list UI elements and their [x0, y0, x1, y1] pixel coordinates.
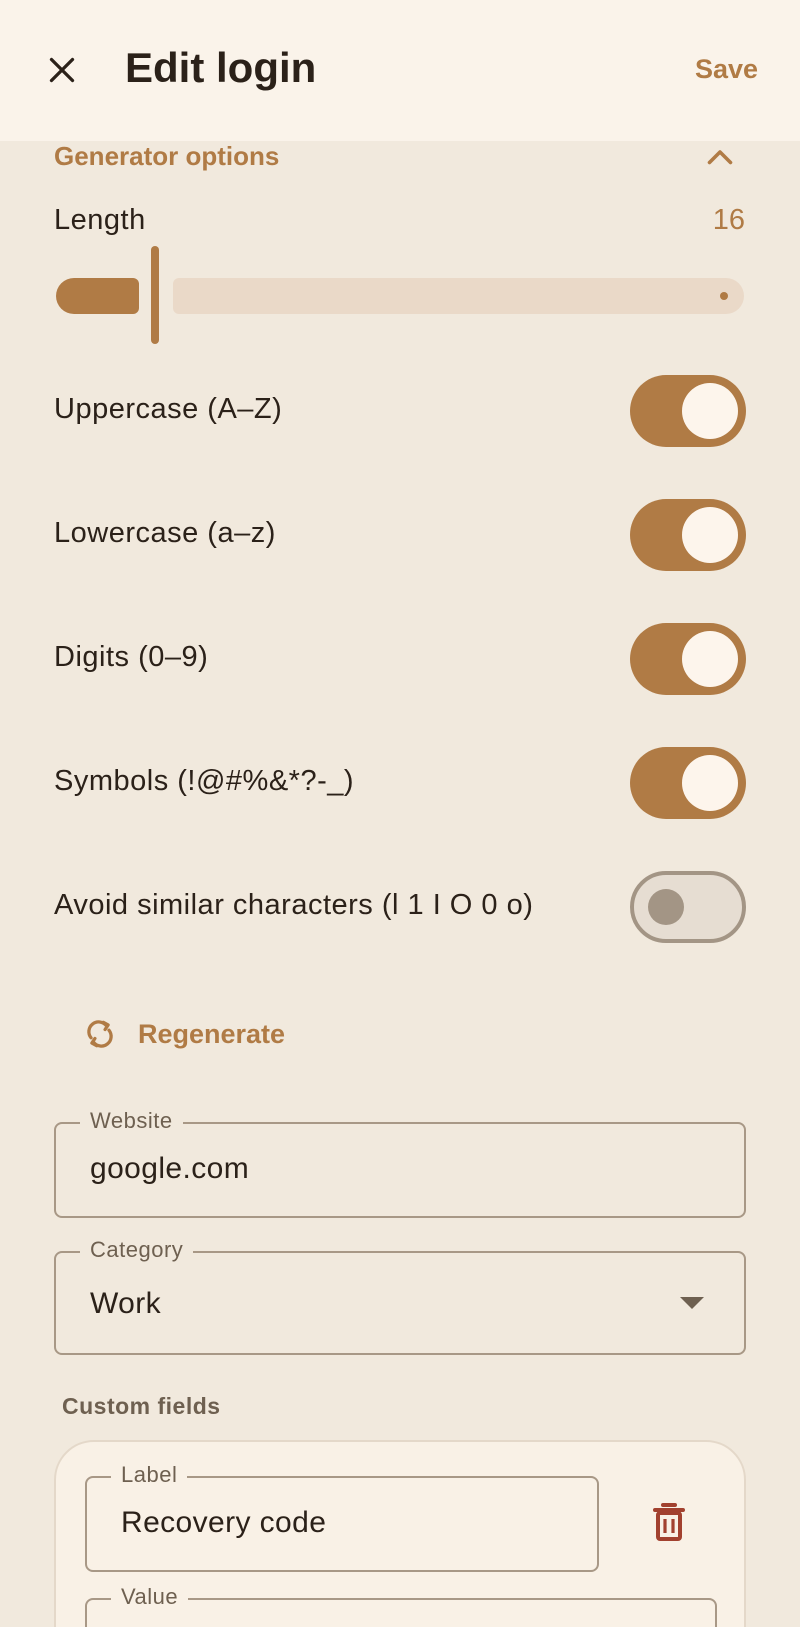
website-field[interactable]: Website google.com — [54, 1108, 746, 1218]
slider-inactive-track — [173, 278, 744, 314]
save-button[interactable]: Save — [695, 54, 758, 85]
length-slider[interactable] — [56, 244, 744, 344]
digits-switch[interactable] — [630, 623, 746, 695]
category-field-value[interactable]: Work — [90, 1287, 161, 1321]
length-value: 16 — [712, 204, 745, 236]
switch-knob — [648, 889, 684, 925]
generator-options-title[interactable]: Generator options — [54, 141, 279, 172]
website-field-value[interactable]: google.com — [90, 1152, 249, 1186]
close-button[interactable] — [38, 46, 86, 94]
option-symbols[interactable]: Symbols (!@#%&*?-_) — [54, 747, 746, 819]
website-field-label: Website — [80, 1108, 183, 1134]
option-avoid-similar[interactable]: Avoid similar characters (l 1 I O 0 o) — [54, 871, 746, 943]
dropdown-arrow-icon[interactable] — [680, 1297, 704, 1309]
option-lowercase[interactable]: Lowercase (a–z) — [54, 499, 746, 571]
custom-field-card: Label Recovery code Value — [54, 1440, 746, 1627]
edit-login-screen: Edit login Save Generator options Length… — [0, 0, 800, 1627]
delete-icon[interactable] — [645, 1498, 693, 1546]
slider-handle[interactable] — [151, 246, 159, 344]
custom-field-value-input[interactable]: Value — [85, 1584, 717, 1627]
option-uppercase[interactable]: Uppercase (A–Z) — [54, 375, 746, 447]
top-app-bar: Edit login Save — [0, 0, 800, 141]
switch-knob — [682, 383, 738, 439]
regenerate-label: Regenerate — [138, 1018, 286, 1049]
option-label: Uppercase (A–Z) — [54, 393, 283, 425]
custom-field-label-input[interactable]: Label Recovery code — [85, 1462, 599, 1572]
custom-value-field-label: Value — [111, 1584, 189, 1610]
refresh-icon — [87, 1020, 113, 1048]
custom-fields-title: Custom fields — [62, 1393, 221, 1419]
option-label: Digits (0–9) — [54, 641, 209, 673]
page-title: Edit login — [125, 44, 317, 91]
avoid-similar-switch[interactable] — [630, 871, 746, 943]
custom-label-field-value[interactable]: Recovery code — [121, 1506, 326, 1540]
category-dropdown[interactable]: Category Work — [54, 1237, 746, 1355]
option-label: Avoid similar characters (l 1 I O 0 o) — [54, 889, 534, 921]
uppercase-switch[interactable] — [630, 375, 746, 447]
chevron-up-icon[interactable] — [702, 140, 738, 176]
slider-stop-indicator — [720, 292, 728, 300]
custom-label-field-label: Label — [111, 1462, 188, 1488]
option-label: Lowercase (a–z) — [54, 517, 276, 549]
symbols-switch[interactable] — [630, 747, 746, 819]
close-icon — [49, 57, 75, 83]
lowercase-switch[interactable] — [630, 499, 746, 571]
slider-active-track — [56, 278, 139, 314]
option-digits[interactable]: Digits (0–9) — [54, 623, 746, 695]
option-label: Symbols (!@#%&*?-_) — [54, 765, 355, 797]
switch-knob — [682, 507, 738, 563]
switch-knob — [682, 755, 738, 811]
regenerate-button[interactable]: Regenerate — [82, 1010, 285, 1058]
length-label: Length — [54, 204, 146, 236]
switch-knob — [682, 631, 738, 687]
category-field-label: Category — [80, 1237, 194, 1263]
